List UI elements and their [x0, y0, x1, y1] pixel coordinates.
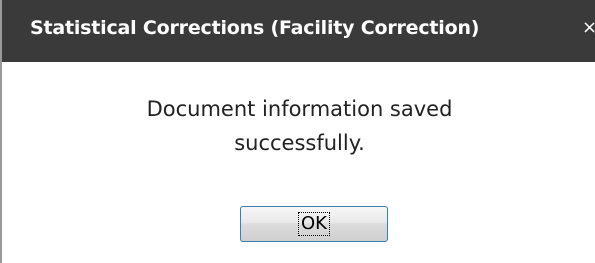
message-dialog: Statistical Corrections (Facility Correc…	[0, 0, 595, 263]
message-line-2: successfully.	[234, 131, 365, 155]
ok-button[interactable]: OK	[240, 206, 388, 242]
message-line-1: Document information saved	[146, 97, 453, 121]
ok-button-label: OK	[298, 212, 330, 236]
close-icon[interactable]: ×	[582, 18, 595, 38]
dialog-title: Statistical Corrections (Facility Correc…	[30, 17, 480, 39]
dialog-titlebar[interactable]: Statistical Corrections (Facility Correc…	[2, 0, 595, 62]
dialog-message: Document information saved successfully.	[2, 92, 595, 160]
